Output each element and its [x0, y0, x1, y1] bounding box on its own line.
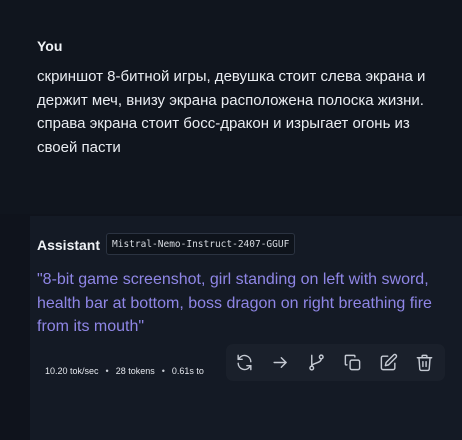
edit-button[interactable]: [379, 353, 398, 372]
continue-icon: [273, 357, 287, 368]
user-message-text: скриншот 8-битной игры, девушка стоит сл…: [37, 68, 426, 156]
time-to-first-token: 0.61s to: [171, 366, 204, 376]
branch-button[interactable]: [307, 353, 326, 372]
message-action-toolbar: [226, 344, 445, 381]
regenerate-button[interactable]: [235, 353, 254, 372]
user-name-label: You: [37, 38, 63, 54]
copy-button[interactable]: [343, 353, 362, 372]
generation-stats: 10.20 tok/sec • 28 tokens • 0.61s to: [45, 366, 204, 376]
assistant-name-label: Assistant: [37, 237, 101, 253]
branch-icon: [309, 354, 324, 371]
copy-icon: [344, 354, 361, 371]
assistant-message-text: "8-bit game screenshot, girl standing on…: [37, 271, 432, 335]
delete-button[interactable]: [415, 353, 434, 372]
model-name-badge: Mistral-Nemo-Instruct-2407-GGUF: [106, 233, 296, 255]
tokens-per-second: 10.20 tok/sec: [45, 366, 99, 376]
edit-icon: [380, 353, 398, 371]
delete-icon: [416, 354, 433, 372]
token-count: 28 tokens: [115, 366, 155, 376]
continue-button[interactable]: [271, 353, 290, 372]
separator-dot: •: [161, 366, 165, 376]
regenerate-icon: [237, 354, 252, 371]
separator-dot: •: [105, 366, 109, 376]
